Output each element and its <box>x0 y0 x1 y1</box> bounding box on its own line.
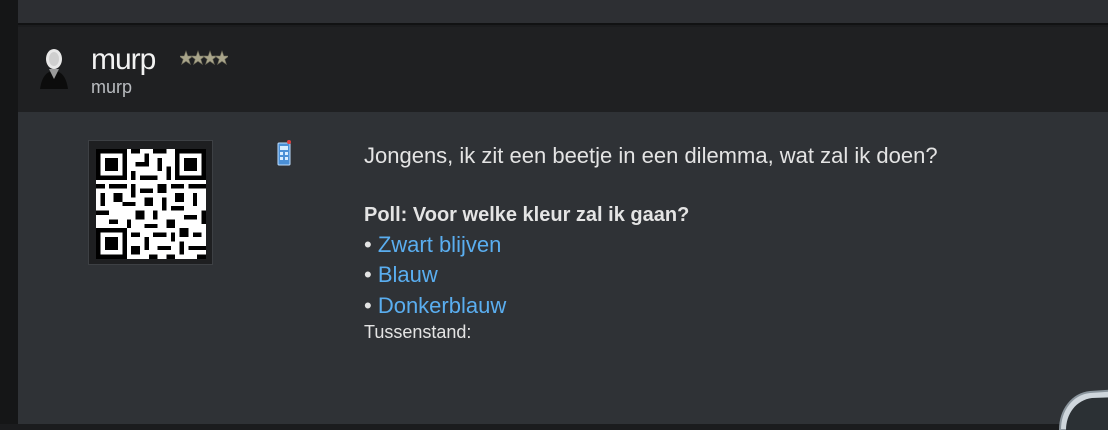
poll-option-bullet: • <box>364 232 372 257</box>
qr-code-image <box>88 140 213 265</box>
poll-option-bullet: • <box>364 262 372 287</box>
author-name[interactable]: murp <box>91 43 156 77</box>
poll-tally-label: Tussenstand: <box>364 322 472 342</box>
rank-stars-icon <box>180 50 228 66</box>
poll-option: • Blauw <box>364 262 438 288</box>
top-strip <box>18 0 1108 25</box>
left-rail <box>0 0 18 424</box>
post-message: Jongens, ik zit een beetje in een dilemm… <box>364 143 938 168</box>
poll-option: • Zwart blijven <box>364 232 501 258</box>
poll-option-link[interactable]: Donkerblauw <box>378 293 506 318</box>
user-silhouette-icon[interactable] <box>36 45 72 89</box>
author-handle: murp <box>91 77 133 97</box>
post-header <box>18 27 1108 112</box>
poll-option: • Donkerblauw <box>364 293 506 319</box>
device-icon <box>277 140 291 166</box>
poll-option-link[interactable]: Blauw <box>378 262 438 287</box>
poll-option-link[interactable]: Zwart blijven <box>378 232 501 257</box>
corner-decoration <box>1058 389 1108 430</box>
poll-title: Poll: Voor welke kleur zal ik gaan? <box>364 204 690 226</box>
poll-option-bullet: • <box>364 293 372 318</box>
